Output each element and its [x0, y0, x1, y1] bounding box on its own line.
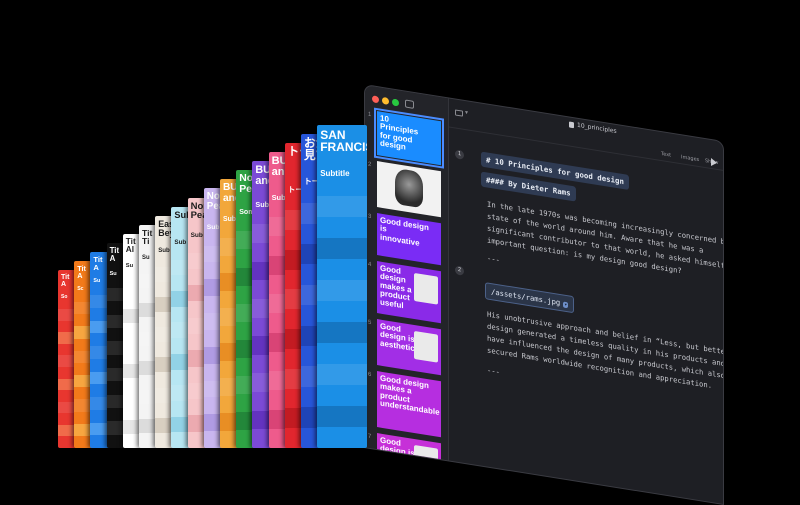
product-image	[414, 272, 438, 305]
slide-number: 4	[368, 261, 372, 269]
theme-deck-subtitle: So	[61, 293, 68, 300]
markdown-editor[interactable]: ▾ 10_principles Text Images Show 1 # 10 …	[449, 98, 724, 503]
theme-deck-subtitle: Sub	[174, 239, 187, 247]
theme-deck-subtitle: Su	[142, 254, 150, 261]
theme-deck-subtitle: Sc	[77, 286, 84, 293]
theme-deck: SAN FRANCISC Subtitle	[317, 125, 368, 448]
theme-deck-title: Tit Al	[125, 236, 136, 254]
theme-deck-subtitle: Su	[125, 262, 134, 269]
toolbar-text[interactable]: Text	[661, 151, 671, 159]
slide-thumbnail[interactable]: Good design is unobtrusive	[377, 433, 441, 474]
theme-deck-subtitle: Sub	[190, 231, 203, 239]
slide-thumbnail[interactable]: Good design is aesthetic	[377, 319, 441, 376]
chevron-down-icon[interactable]: ▾	[465, 109, 468, 116]
zoom-window-button[interactable]	[392, 98, 399, 107]
slide-thumbnail[interactable]: Good design makes a product useful	[377, 261, 441, 324]
sidebar-toggle-icon[interactable]	[405, 99, 414, 109]
paragraph-number: 1	[455, 149, 464, 160]
theme-deck-title: Tit A	[109, 245, 120, 263]
image-reference[interactable]: /assets/rams.jpg ▾	[485, 282, 575, 314]
slide-thumbnail[interactable]: Good design is innovative	[377, 213, 441, 266]
theme-deck-title: Tit Ti	[142, 227, 153, 247]
product-image	[414, 330, 438, 363]
slide-number: 7	[368, 433, 372, 441]
theme-deck-subtitle: Su	[93, 278, 101, 285]
layout-icon[interactable]	[455, 109, 463, 117]
theme-deck-subtitle: Sub	[158, 247, 170, 255]
minimize-window-button[interactable]	[382, 96, 389, 105]
document-title: 10_principles	[577, 121, 617, 136]
theme-deck-subtitle: Sub	[223, 215, 236, 223]
theme-deck-subtitle: Sub	[271, 192, 286, 202]
portrait-image	[395, 167, 423, 209]
separator[interactable]: ---	[487, 253, 500, 264]
paragraph-number: 2	[455, 265, 464, 276]
toolbar-images[interactable]: Images	[681, 154, 699, 163]
slide-thumbnail-text: Good design is innovative	[380, 215, 429, 248]
slide-thumbnail-text: 10 Principles for good design	[380, 113, 419, 152]
play-icon[interactable]	[711, 157, 717, 167]
theme-deck-title: Tit A	[77, 263, 86, 281]
separator[interactable]: ---	[487, 365, 500, 376]
theme-deck-subtitle: Sub	[206, 223, 220, 231]
theme-deck-title: Tit A	[61, 274, 70, 288]
slide-thumbnail[interactable]: Good design makes a product understandab…	[377, 371, 441, 438]
theme-deck-title: SAN FRANCISC	[320, 128, 367, 154]
document-icon	[569, 121, 574, 129]
slide-thumbnail-text: Good design makes a product understandab…	[380, 373, 440, 418]
close-window-button[interactable]	[372, 95, 379, 104]
slide-number: 5	[368, 319, 372, 327]
slide-thumbnail[interactable]	[377, 161, 441, 218]
app-window: 1 10 Principles for good design 2 3 Good des…	[364, 84, 724, 505]
slide-sidebar: 1 10 Principles for good design 2 3 Good des…	[365, 85, 449, 474]
slide-number: 2	[368, 161, 372, 169]
theme-deck-title: Tit A	[93, 254, 103, 272]
slide-number: 3	[368, 213, 372, 221]
theme-deck-subtitle: Subtitle	[320, 169, 350, 179]
slide-number: 1	[368, 111, 372, 119]
slide-thumbnail[interactable]: 10 Principles for good design	[374, 107, 444, 169]
image-path: /assets/rams.jpg	[491, 287, 561, 308]
theme-deck-subtitle: Su	[109, 270, 117, 277]
product-image	[414, 444, 438, 474]
chevron-down-icon[interactable]: ▾	[563, 301, 569, 309]
slide-number: 6	[368, 371, 372, 379]
theme-deck-subtitle: Sub	[255, 200, 270, 210]
